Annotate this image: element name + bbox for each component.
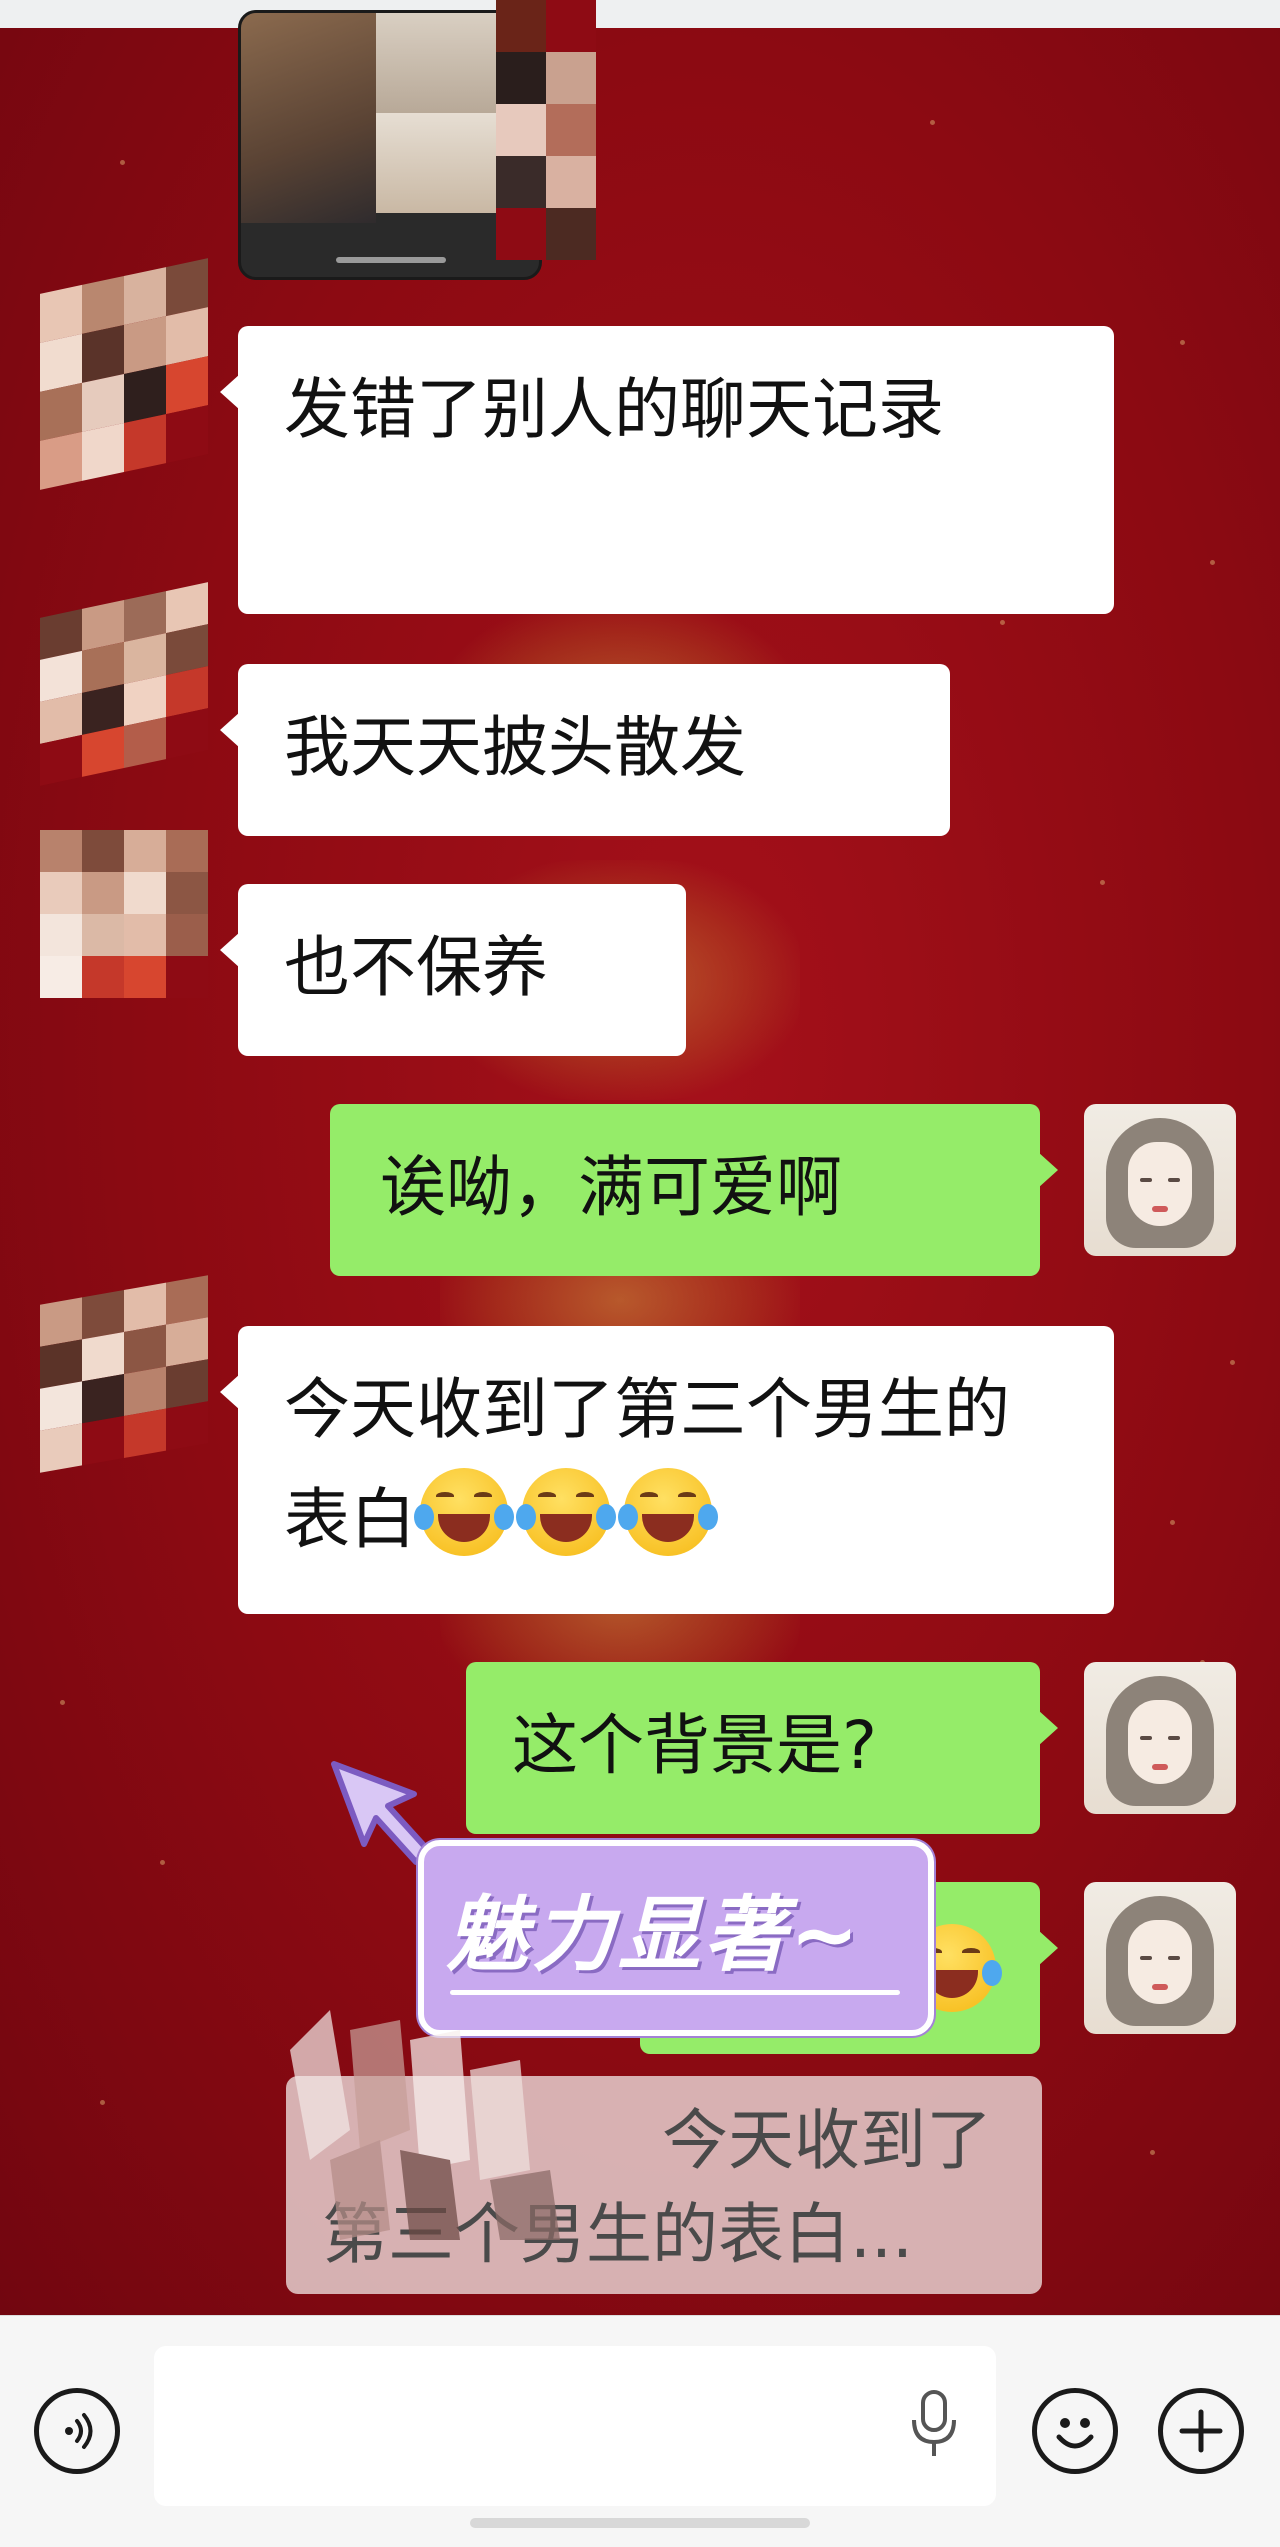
my-avatar[interactable] bbox=[1084, 1104, 1236, 1256]
message-bubble[interactable]: 我天天披头散发 bbox=[220, 664, 950, 836]
thumbnail-home-bar bbox=[336, 257, 446, 263]
chat-background: 发错了别人的聊天记录 我天天披头散发 也不保养 诶呦，满可爱啊 今天收到了第三个… bbox=[0, 0, 1280, 2315]
background-speck bbox=[60, 1700, 65, 1705]
badge-text: 魅力显著~ bbox=[446, 1888, 863, 1983]
thumbnail-photo bbox=[376, 13, 496, 113]
voice-button[interactable] bbox=[34, 2388, 120, 2474]
message-text: 这个背景是? bbox=[512, 1707, 878, 1784]
background-speck bbox=[1100, 880, 1105, 885]
background-speck bbox=[1180, 340, 1185, 345]
avatar-eye bbox=[1168, 1956, 1180, 1960]
plus-icon bbox=[1179, 2409, 1223, 2453]
sticker-badge: 魅力显著~ bbox=[418, 1840, 934, 2036]
message-input[interactable] bbox=[154, 2346, 996, 2506]
plus-button[interactable] bbox=[1158, 2388, 1244, 2474]
message-bubble[interactable]: 这个背景是? bbox=[466, 1662, 1058, 1834]
my-avatar[interactable] bbox=[1084, 1882, 1236, 2034]
avatar-lips bbox=[1152, 1764, 1168, 1770]
sender-avatar-blurred[interactable] bbox=[40, 1275, 208, 1473]
my-avatar[interactable] bbox=[1084, 1662, 1236, 1814]
avatar-lips bbox=[1152, 1984, 1168, 1990]
sender-avatar-blurred[interactable] bbox=[40, 830, 208, 998]
chat-input-bar bbox=[0, 2315, 1280, 2547]
badge-underline bbox=[450, 1990, 900, 1995]
background-speck bbox=[100, 2100, 105, 2105]
background-speck bbox=[1000, 620, 1005, 625]
avatar-eye bbox=[1168, 1736, 1180, 1740]
message-bubble[interactable]: 今天收到了第三个男生的表白 bbox=[220, 1326, 1114, 1614]
mosaic-blur bbox=[496, 0, 596, 260]
background-speck bbox=[1210, 560, 1215, 565]
avatar-face bbox=[1128, 1920, 1192, 2004]
microphone-icon[interactable] bbox=[906, 2388, 962, 2460]
avatar-eye bbox=[1140, 1178, 1152, 1182]
sender-avatar-blurred[interactable] bbox=[40, 582, 208, 786]
background-speck bbox=[1170, 1520, 1175, 1525]
avatar-eye bbox=[1140, 1736, 1152, 1740]
message-bubble[interactable]: 也不保养 bbox=[220, 884, 686, 1056]
avatar-face bbox=[1128, 1700, 1192, 1784]
mosaic-blur bbox=[290, 2010, 560, 2240]
laughing-emoji-icon bbox=[414, 1464, 514, 1560]
message-text: 也不保养 bbox=[284, 929, 548, 1006]
thumbnail-photo bbox=[376, 113, 496, 213]
avatar-face bbox=[1128, 1142, 1192, 1226]
background-speck bbox=[120, 160, 125, 165]
message-bubble[interactable]: 诶呦，满可爱啊 bbox=[330, 1104, 1058, 1276]
voice-icon bbox=[65, 2413, 93, 2449]
background-speck bbox=[930, 120, 935, 125]
avatar-eye bbox=[1168, 1178, 1180, 1182]
background-speck bbox=[160, 1860, 165, 1865]
laughing-emoji-icon bbox=[516, 1464, 616, 1560]
message-text: 发错了别人的聊天记录 bbox=[284, 371, 944, 448]
thumbnail-photo bbox=[241, 13, 376, 223]
avatar-lips bbox=[1152, 1206, 1168, 1212]
top-strip bbox=[0, 0, 1280, 28]
message-text: 诶呦，满可爱啊 bbox=[380, 1149, 842, 1226]
background-speck bbox=[1230, 1360, 1235, 1365]
laughing-emoji-icon bbox=[618, 1464, 718, 1560]
message-bubble[interactable]: 发错了别人的聊天记录 bbox=[220, 326, 1114, 614]
emoji-button[interactable] bbox=[1032, 2388, 1118, 2474]
background-speck bbox=[1150, 2150, 1155, 2155]
avatar-eye bbox=[1140, 1956, 1152, 1960]
message-text: 我天天披头散发 bbox=[284, 709, 746, 786]
sender-avatar-blurred[interactable] bbox=[40, 258, 208, 490]
home-indicator bbox=[470, 2518, 810, 2528]
emoji-icon bbox=[1056, 2418, 1094, 2449]
